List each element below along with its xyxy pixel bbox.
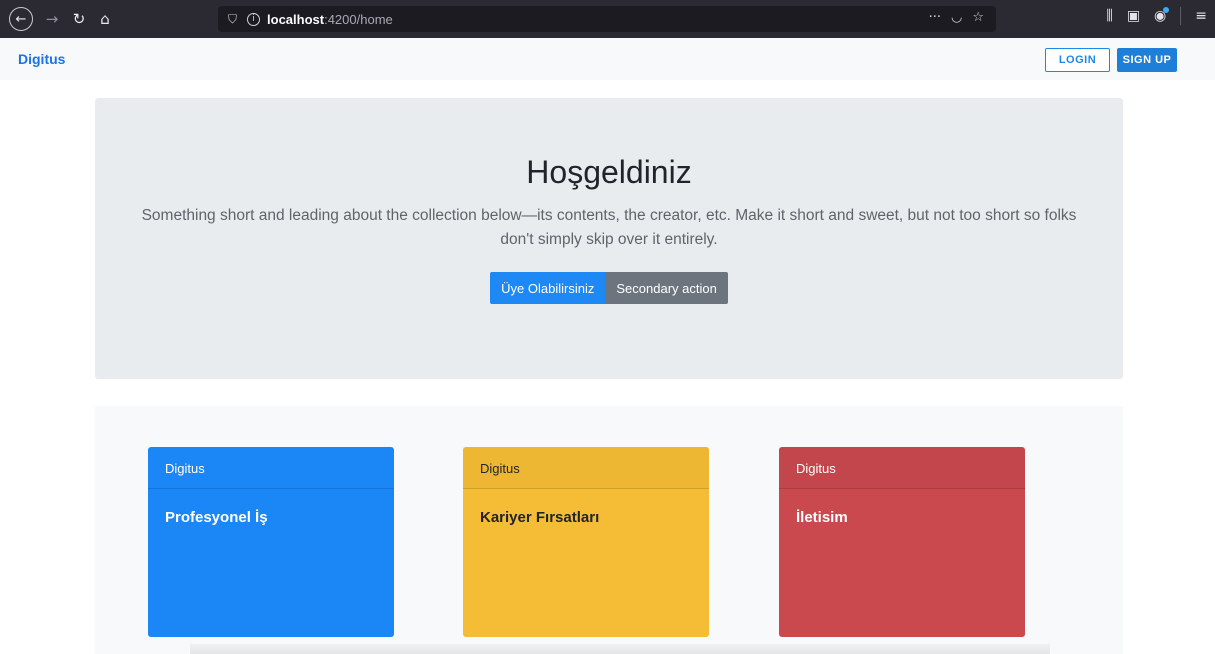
jumbotron: Hoşgeldiniz Something short and leading … bbox=[95, 98, 1123, 379]
more-icon[interactable]: ··· bbox=[929, 10, 941, 25]
jumbotron-lead: Something short and leading about the co… bbox=[141, 207, 1077, 248]
pocket-icon[interactable]: ◡ bbox=[951, 10, 962, 25]
brand-logo[interactable]: Digitus bbox=[18, 51, 65, 67]
card-header: Digitus bbox=[148, 447, 394, 489]
card-title: Profesyonel İş bbox=[165, 509, 268, 526]
reader-icon[interactable]: ▣ bbox=[1127, 8, 1140, 24]
card-header: Digitus bbox=[779, 447, 1025, 489]
jumbotron-title: Hoşgeldiniz bbox=[526, 154, 692, 190]
register-button[interactable]: Üye Olabilirsiniz bbox=[490, 272, 606, 304]
toolbar-separator bbox=[1180, 7, 1182, 25]
card-professional[interactable]: Digitus Profesyonel İş bbox=[148, 447, 394, 637]
app-navbar: Digitus LOGIN SIGN UP bbox=[0, 38, 1215, 80]
url-host: localhost bbox=[267, 11, 325, 27]
card-title: İletisim bbox=[796, 509, 848, 526]
bottom-shadow bbox=[190, 644, 1050, 654]
card-career[interactable]: Digitus Kariyer Fırsatları bbox=[463, 447, 709, 637]
signup-button[interactable]: SIGN UP bbox=[1117, 48, 1177, 72]
login-button[interactable]: LOGIN bbox=[1045, 48, 1110, 72]
menu-icon[interactable]: ≡ bbox=[1195, 8, 1207, 24]
browser-toolbar: ← → ↻ ⌂ ⛉ i localhost:4200/home ··· ◡ ☆ … bbox=[0, 0, 1215, 38]
bookmark-star-icon[interactable]: ☆ bbox=[972, 10, 984, 25]
notification-dot bbox=[1163, 7, 1170, 13]
cards-section: Digitus Profesyonel İş Digitus Kariyer F… bbox=[95, 406, 1123, 654]
info-icon[interactable]: i bbox=[247, 12, 261, 26]
card-title: Kariyer Fırsatları bbox=[480, 509, 600, 526]
card-header: Digitus bbox=[463, 447, 709, 489]
secondary-action-button[interactable]: Secondary action bbox=[605, 272, 728, 304]
shield-icon[interactable]: ⛉ bbox=[228, 12, 237, 27]
url-path: :4200/home bbox=[324, 11, 393, 27]
reload-icon[interactable]: ↻ bbox=[67, 7, 91, 31]
account-icon[interactable]: ◉ bbox=[1154, 7, 1170, 24]
url-bar[interactable]: ⛉ i localhost:4200/home ··· ◡ ☆ bbox=[218, 6, 996, 32]
back-icon[interactable]: ← bbox=[9, 7, 33, 31]
forward-icon[interactable]: → bbox=[40, 7, 64, 31]
library-icon[interactable]: ⫼ bbox=[1106, 8, 1112, 24]
home-icon[interactable]: ⌂ bbox=[93, 7, 117, 31]
jumbotron-actions: Üye Olabilirsiniz Secondary action bbox=[95, 272, 1123, 304]
card-contact[interactable]: Digitus İletisim bbox=[779, 447, 1025, 637]
